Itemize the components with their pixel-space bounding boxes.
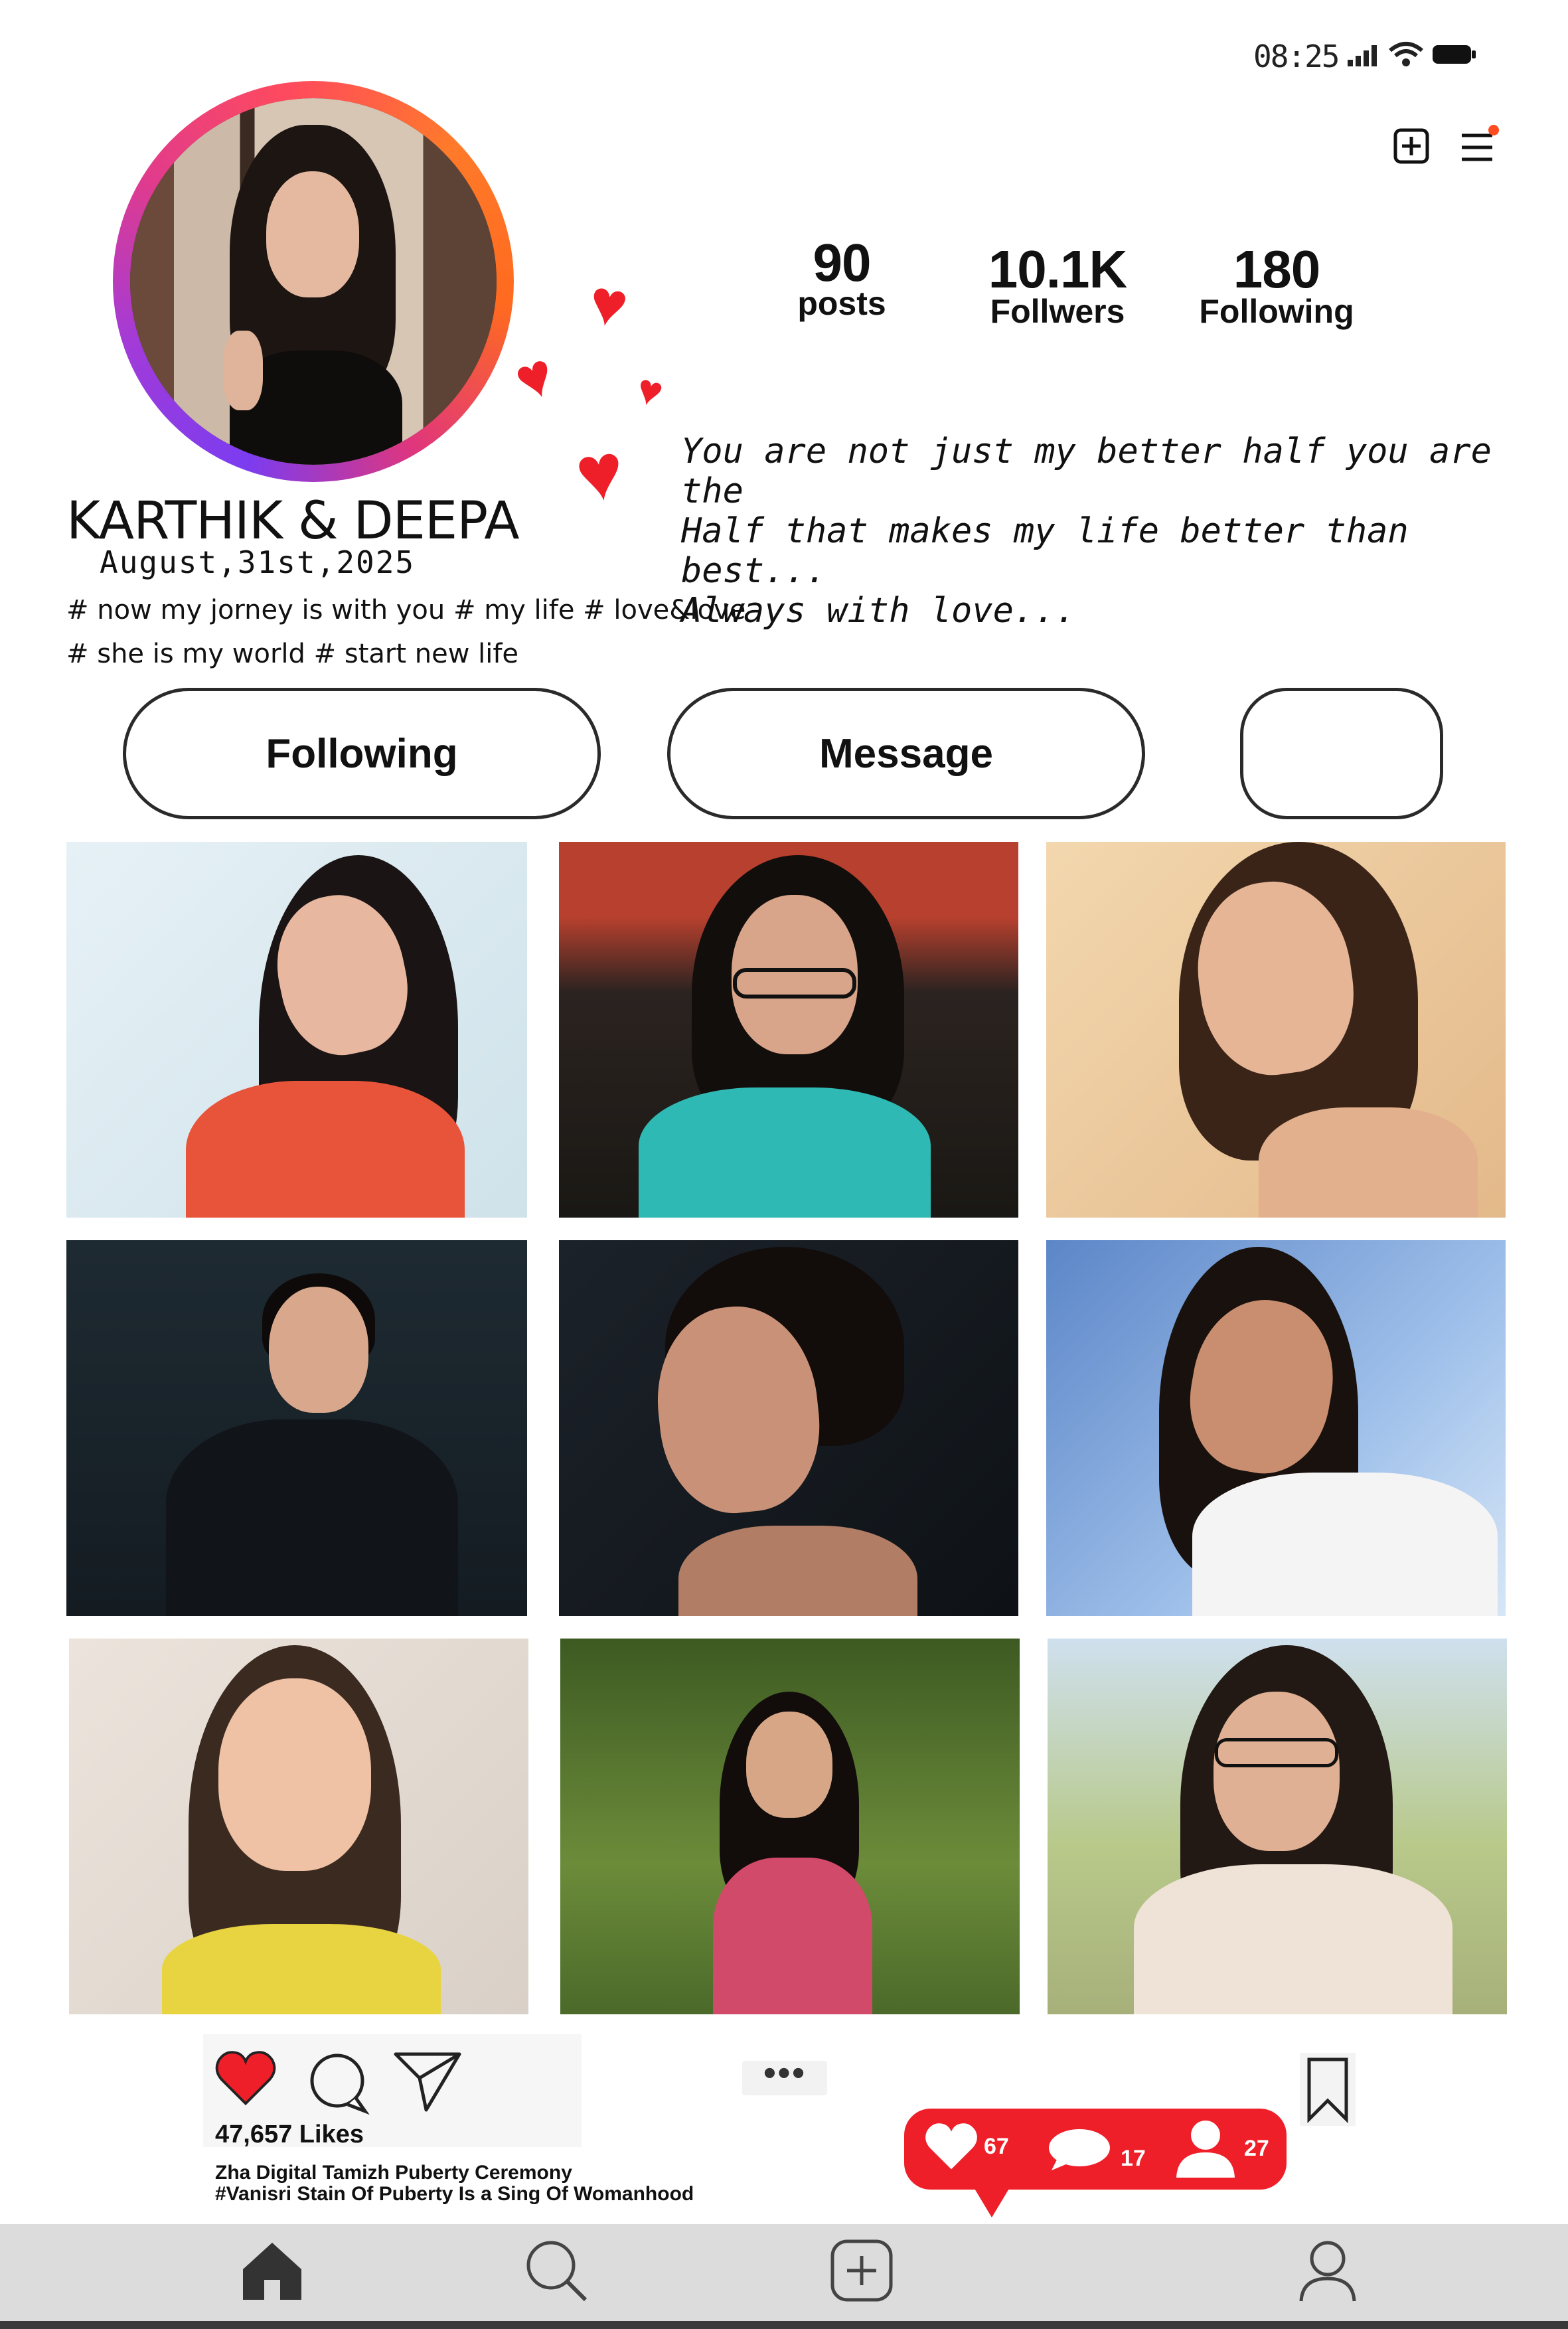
- heart-icon[interactable]: [214, 2046, 277, 2110]
- comment-icon[interactable]: [304, 2049, 370, 2115]
- notification-dot: [1488, 125, 1499, 135]
- plus-square-icon[interactable]: [1393, 127, 1430, 165]
- heart-decoration: ♥: [584, 265, 633, 343]
- wifi-icon: [1389, 42, 1423, 66]
- extra-button[interactable]: [1240, 688, 1443, 819]
- post-caption: #Vanisri Stain Of Puberty Is a Sing Of W…: [215, 2183, 694, 2205]
- profile-name: KARTHIK & DEEPA: [66, 491, 520, 551]
- profile-bio: You are not just my better half you are …: [681, 432, 1492, 631]
- post-thumbnail-3[interactable]: [1046, 842, 1506, 1218]
- nav-profile[interactable]: [1288, 2231, 1368, 2310]
- bookmark-icon[interactable]: [1300, 2053, 1356, 2126]
- home-icon: [243, 2243, 301, 2300]
- bottom-edge: [0, 2321, 1568, 2329]
- post-thumbnail-2[interactable]: [559, 842, 1018, 1218]
- profile-date: August,31st,2025: [100, 544, 416, 580]
- nav-search[interactable]: [516, 2231, 596, 2310]
- battery-icon: [1433, 45, 1476, 64]
- profile-hashtags: # now my jorney is with you # my life # …: [66, 595, 746, 625]
- avatar[interactable]: [130, 98, 497, 465]
- message-button[interactable]: Message: [667, 688, 1145, 819]
- notification-followers-count: 27: [1244, 2135, 1269, 2161]
- comment-icon: [1049, 2128, 1110, 2170]
- post-thumbnail-7[interactable]: [69, 1639, 528, 2014]
- nav-home[interactable]: [232, 2231, 312, 2310]
- signal-icon: [1348, 45, 1377, 66]
- post-thumbnail-4[interactable]: [66, 1240, 527, 1616]
- followers-count[interactable]: 10.1K: [961, 239, 1154, 300]
- post-thumbnail-6[interactable]: [1046, 1240, 1506, 1616]
- create-post-icon: [830, 2239, 893, 2302]
- following-button[interactable]: Following: [123, 688, 601, 819]
- heart-decoration: ♥: [631, 364, 668, 417]
- more-options-icon[interactable]: •••: [742, 2054, 827, 2095]
- activity-notification[interactable]: 67 17 27: [904, 2109, 1287, 2190]
- post-thumbnail-5[interactable]: [559, 1240, 1018, 1616]
- send-icon[interactable]: [393, 2049, 462, 2113]
- notification-comments-count: 17: [1121, 2146, 1146, 2171]
- followers-label[interactable]: Follwers: [961, 292, 1154, 331]
- search-icon: [526, 2241, 588, 2302]
- following-label[interactable]: Following: [1180, 292, 1373, 331]
- following-count[interactable]: 180: [1180, 239, 1373, 300]
- status-time: 08:25: [1253, 39, 1340, 74]
- post-thumbnail-8[interactable]: [560, 1639, 1020, 2014]
- heart-decoration: ♥: [506, 339, 564, 416]
- post-caption: Zha Digital Tamizh Puberty Ceremony: [215, 2162, 572, 2184]
- hamburger-menu-icon[interactable]: [1459, 125, 1500, 166]
- heart-decoration: ♥: [570, 425, 630, 521]
- heart-icon: [925, 2123, 977, 2170]
- notification-likes-count: 67: [984, 2133, 1009, 2159]
- posts-label[interactable]: posts: [775, 284, 908, 323]
- nav-create[interactable]: [822, 2231, 902, 2310]
- user-icon: [1176, 2121, 1235, 2178]
- post-thumbnail-9[interactable]: [1048, 1639, 1507, 2014]
- profile-icon: [1299, 2241, 1356, 2302]
- profile-hashtags: # she is my world # start new life: [66, 639, 519, 669]
- likes-count[interactable]: 47,657 Likes: [215, 2121, 364, 2149]
- post-thumbnail-1[interactable]: [66, 842, 527, 1218]
